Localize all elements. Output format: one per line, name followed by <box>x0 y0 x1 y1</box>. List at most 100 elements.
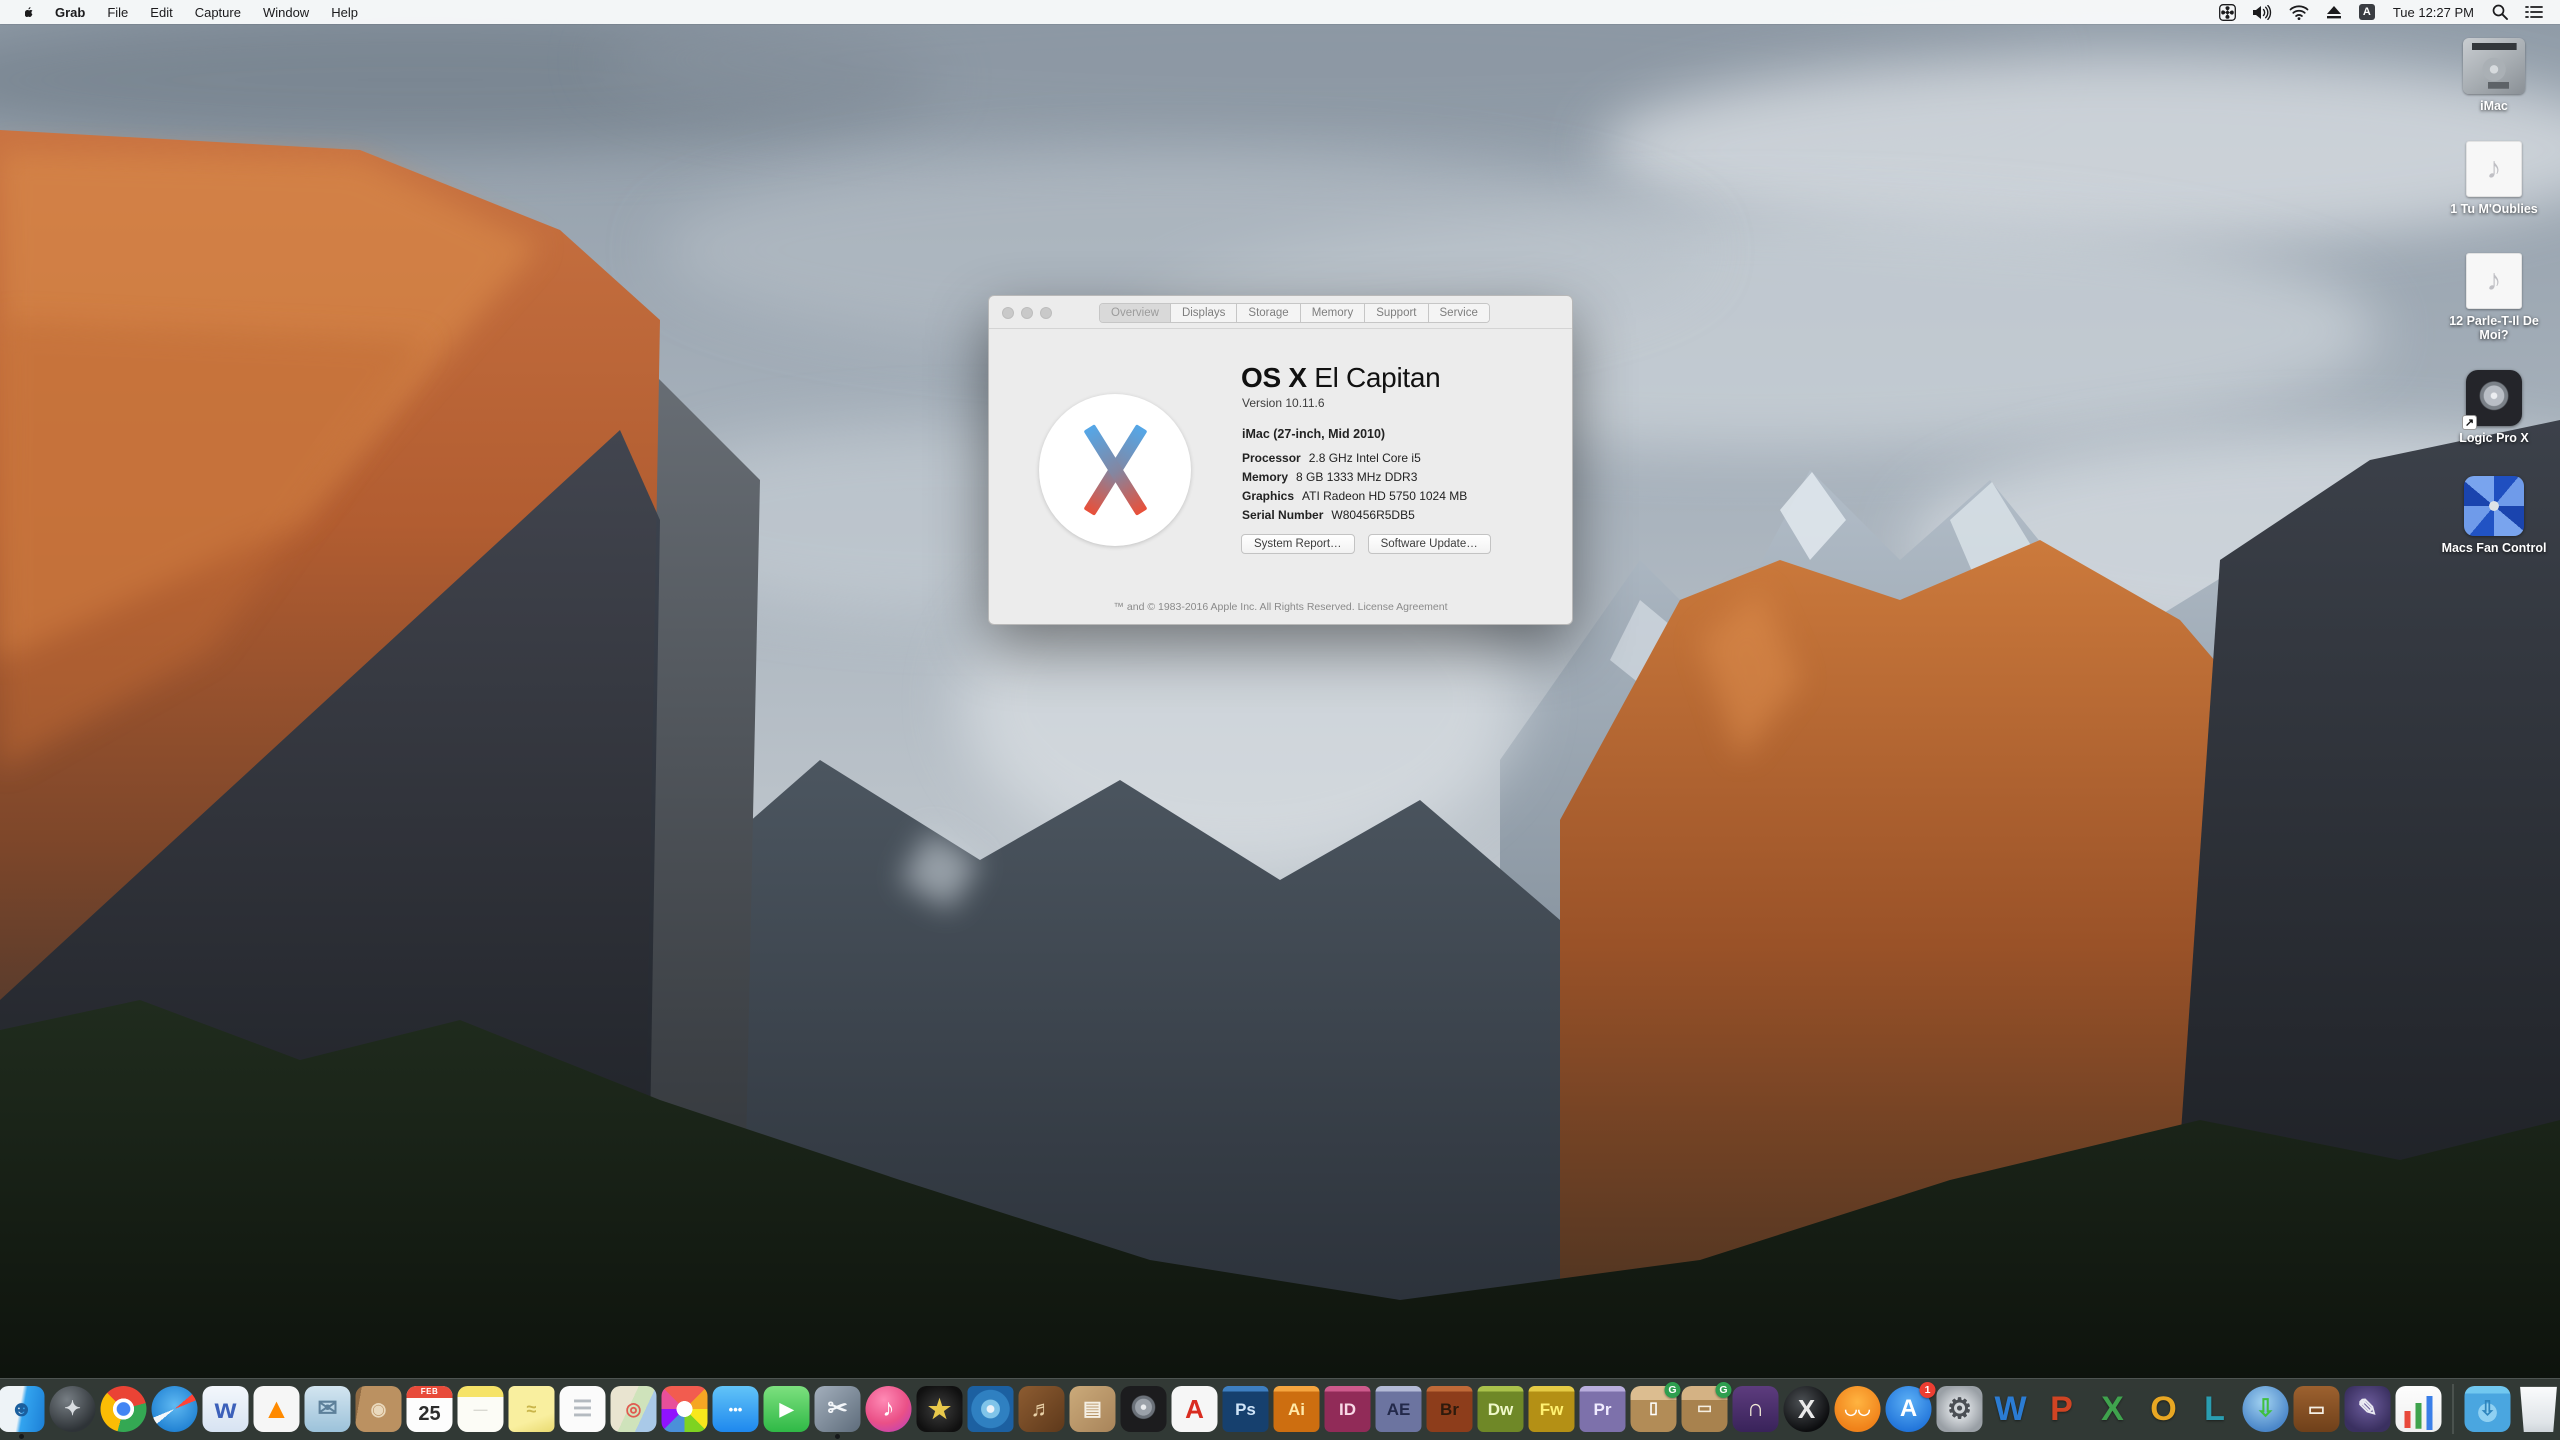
dock-premiere[interactable]: Pr <box>1579 1386 1626 1432</box>
dock-garageband[interactable]: ♬ <box>1018 1386 1065 1432</box>
volume-icon[interactable] <box>2248 0 2277 24</box>
dock-facetime-icon: ▶ <box>763 1386 810 1432</box>
app-menus: Grab File Edit Capture Window Help <box>44 0 369 24</box>
license-agreement-link[interactable]: License Agreement <box>1358 601 1448 613</box>
dock-launchpad-icon: ✦ <box>49 1386 96 1432</box>
dock-numbers[interactable] <box>2395 1386 2442 1432</box>
tab-support[interactable]: Support <box>1365 304 1429 322</box>
dock-ibooks[interactable]: ◡◡ <box>1834 1386 1881 1432</box>
spotlight-icon[interactable] <box>2487 0 2513 24</box>
close-button[interactable] <box>1002 307 1014 319</box>
dock-calendar[interactable]: 25 FEB <box>406 1386 453 1432</box>
dock-x-converter-app[interactable]: X <box>1783 1386 1830 1432</box>
dock-launchpad[interactable]: ✦ <box>49 1386 96 1432</box>
dock-w-globe-app[interactable]: w <box>202 1386 249 1432</box>
dock-toast[interactable]: ∩ <box>1732 1386 1779 1432</box>
dock-app-store[interactable]: A1 <box>1885 1382 1936 1432</box>
menu-file[interactable]: File <box>96 0 139 24</box>
dock-after-effects[interactable]: AE <box>1375 1386 1422 1432</box>
dock-mail[interactable]: ✉ <box>304 1386 351 1432</box>
dock-safari[interactable] <box>151 1386 198 1432</box>
apple-menu[interactable] <box>14 0 44 24</box>
dock-logic-pro[interactable] <box>1120 1386 1167 1432</box>
dock-dreamweaver[interactable]: Dw <box>1477 1386 1524 1432</box>
tab-memory[interactable]: Memory <box>1300 304 1366 322</box>
dock-vlc[interactable]: ▲ <box>253 1386 300 1432</box>
dock-maps[interactable]: ◎ <box>610 1386 657 1432</box>
dock-illustrator[interactable]: Ai <box>1273 1386 1320 1432</box>
desktop-icon-audio-1[interactable]: ♪ 1 Tu M'Oublies <box>2434 141 2554 216</box>
dock-itunes[interactable]: ♪ <box>865 1386 912 1432</box>
fan-control-status-icon[interactable] <box>2214 0 2241 24</box>
dock-grab-icon: ✂ <box>814 1386 861 1432</box>
dock-photos[interactable] <box>661 1386 708 1432</box>
menu-bar-clock[interactable]: Tue 12:27 PM <box>2387 5 2480 20</box>
tab-overview[interactable]: Overview <box>1100 304 1171 322</box>
copyright-text: ™ and © 1983-2016 Apple Inc. All Rights … <box>1113 601 1358 613</box>
dock: ☻ ✦ w ▲ ✉ ◉ 25 FEB — ≈ ☰ ◎ ••• ▶ ✂ ♪ ★ ♬ ▤ A Ps Ai ID AE Br Dw Fw P… <box>0 1378 2560 1440</box>
dock-downloads-folder[interactable]: ⇩ <box>2464 1386 2511 1432</box>
dock-acrobat-reader[interactable]: A <box>1171 1386 1218 1432</box>
dock-photoshop[interactable]: Ps <box>1222 1386 1269 1432</box>
dock-acrobat-reader-icon: A <box>1171 1386 1218 1432</box>
dock-contacts[interactable]: ◉ <box>355 1386 402 1432</box>
tab-storage[interactable]: Storage <box>1237 304 1301 322</box>
dock-fireworks[interactable]: Fw <box>1528 1386 1575 1432</box>
zoom-button[interactable] <box>1040 307 1052 319</box>
dock-stickies[interactable]: ≈ <box>508 1386 555 1432</box>
minimize-button[interactable] <box>1021 307 1033 319</box>
dock-grab[interactable]: ✂ <box>814 1386 861 1439</box>
dock-excel[interactable]: X <box>2090 1386 2136 1432</box>
dock-facetime[interactable]: ▶ <box>763 1386 810 1432</box>
dock-idvd[interactable] <box>967 1386 1014 1432</box>
dock-messages[interactable]: ••• <box>712 1386 759 1432</box>
dock-powerpoint[interactable]: P <box>2039 1386 2085 1432</box>
dock-lync-icon: L <box>2204 1390 2225 1428</box>
dock-notes-icon: — <box>457 1386 504 1432</box>
window-titlebar[interactable]: Overview Displays Storage Memory Support Serv… <box>989 296 1572 329</box>
dock-maps-icon: ◎ <box>610 1386 657 1432</box>
menu-edit[interactable]: Edit <box>139 0 183 24</box>
dock-outlook[interactable]: O <box>2141 1386 2187 1432</box>
dock-bridge-icon: Br <box>1426 1386 1473 1432</box>
dock-pages[interactable]: ✎ <box>2344 1386 2391 1432</box>
menu-grab[interactable]: Grab <box>44 0 96 24</box>
menu-capture[interactable]: Capture <box>184 0 252 24</box>
notification-center-icon[interactable] <box>2520 0 2548 24</box>
dock-contacts-icon: ◉ <box>355 1386 402 1432</box>
wifi-icon[interactable] <box>2284 0 2314 24</box>
desktop-icon-macs-fan-control[interactable]: Macs Fan Control <box>2434 476 2554 555</box>
dock-iweb[interactable]: ▤ <box>1069 1386 1116 1432</box>
menu-help[interactable]: Help <box>320 0 369 24</box>
dock-lync[interactable]: L <box>2192 1386 2238 1432</box>
spec-value: 2.8 GHz Intel Core i5 <box>1308 450 1421 465</box>
dock-chrome[interactable] <box>100 1386 147 1432</box>
dock-notes[interactable]: — <box>457 1386 504 1432</box>
dock-finder[interactable]: ☻ <box>0 1386 45 1439</box>
dock-indesign[interactable]: ID <box>1324 1386 1371 1432</box>
dock-archive-box-1[interactable]: ▯ G <box>1630 1382 1681 1432</box>
dock-trash[interactable] <box>2516 1386 2560 1432</box>
dock-word[interactable]: W <box>1988 1386 2034 1432</box>
software-update-button[interactable]: Software Update… <box>1367 534 1491 554</box>
desktop-icon-imac-hd[interactable]: iMac <box>2434 38 2554 113</box>
desktop-icon-audio-2[interactable]: ♪ 12 Parle-T-Il De Moi? <box>2434 253 2554 342</box>
dock-download-globe-app[interactable]: ⇩ <box>2242 1386 2289 1432</box>
eject-icon[interactable] <box>2321 0 2347 24</box>
copyright-footer: ™ and © 1983-2016 Apple Inc. All Rights … <box>989 601 1572 613</box>
menu-window[interactable]: Window <box>252 0 320 24</box>
keyboard-input-icon[interactable]: A <box>2354 0 2380 24</box>
dock-keynote[interactable]: ▭ <box>2293 1386 2340 1432</box>
keyboard-input-label: A <box>2358 4 2375 20</box>
system-report-button[interactable]: System Report… <box>1241 534 1355 554</box>
dock-archive-box-2[interactable]: ▭ G <box>1681 1382 1732 1432</box>
dock-bridge[interactable]: Br <box>1426 1386 1473 1432</box>
dock-after-effects-icon: AE <box>1375 1386 1422 1432</box>
desktop-icon-logic-pro-alias[interactable]: ↗ Logic Pro X <box>2434 370 2554 445</box>
dock-system-preferences[interactable]: ⚙ <box>1936 1386 1983 1432</box>
tab-service[interactable]: Service <box>1428 304 1489 322</box>
tab-displays[interactable]: Displays <box>1170 304 1238 322</box>
dock-reminders[interactable]: ☰ <box>559 1386 606 1432</box>
dock-imovie[interactable]: ★ <box>916 1386 963 1432</box>
dock-reminders-icon: ☰ <box>559 1386 606 1432</box>
